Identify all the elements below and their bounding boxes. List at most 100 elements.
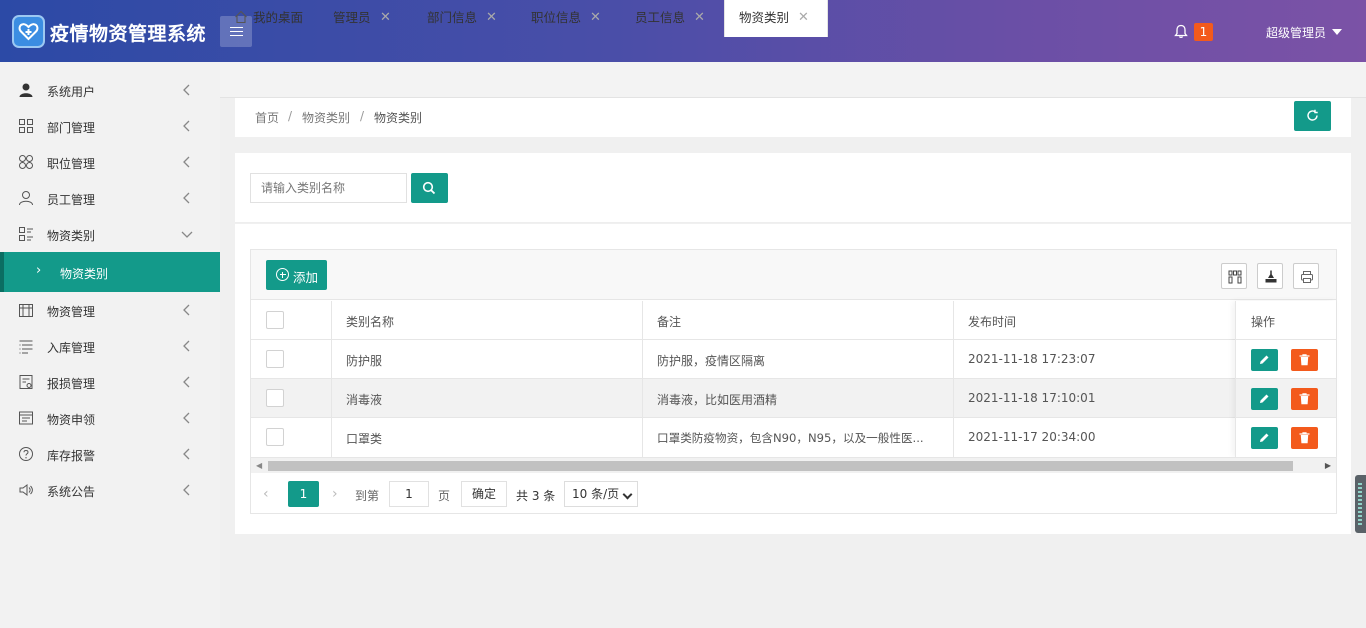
print-icon: [1301, 271, 1313, 283]
table-cell-time: 2021-11-18 17:23:07: [968, 352, 1096, 366]
page-size-select[interactable]: 10 条/页: [564, 481, 638, 507]
refresh-icon: [1307, 109, 1318, 121]
pager-goto-label: 到第: [355, 489, 380, 503]
tab-department-info[interactable]: 部门信息 ✕: [427, 0, 507, 36]
close-icon[interactable]: ✕: [798, 0, 809, 36]
pager-prev-icon[interactable]: ‹: [263, 486, 269, 502]
search-icon: [422, 181, 436, 195]
scroll-left-arrow-icon[interactable]: ◀: [256, 461, 262, 470]
print-button[interactable]: [1293, 263, 1319, 289]
tab-desktop[interactable]: 我的桌面: [234, 0, 314, 36]
scroll-right-arrow-icon[interactable]: ▶: [1325, 461, 1331, 470]
chevron-left-icon: [183, 120, 190, 132]
table-cell-note: 口罩类防疫物资，包含N90，N95，以及一般性医...: [657, 431, 924, 445]
chevron-left-icon: [183, 156, 190, 168]
sidebar-item-stock-in[interactable]: 入库管理: [0, 328, 220, 364]
sidebar-item-stock-alarm[interactable]: 库存报警: [0, 436, 220, 472]
chevron-left-icon: [183, 84, 190, 96]
help-icon: [19, 447, 33, 461]
pager-goto-input[interactable]: [389, 481, 429, 507]
row-divider: [251, 417, 1336, 418]
tab-position-info[interactable]: 职位信息 ✕: [531, 0, 611, 36]
search-button[interactable]: [411, 173, 448, 203]
pager-next-icon[interactable]: ›: [332, 486, 338, 502]
pager-current-page[interactable]: 1: [288, 481, 319, 507]
speaker-icon: [19, 484, 33, 496]
refresh-button[interactable]: [1294, 101, 1331, 131]
row-checkbox[interactable]: [266, 350, 284, 368]
chevron-left-icon: [183, 376, 190, 388]
pager-page-unit: 页: [438, 489, 451, 503]
select-all-checkbox[interactable]: [266, 311, 284, 329]
close-icon[interactable]: ✕: [590, 0, 601, 36]
sidebar-item-material-apply[interactable]: 物资申领: [0, 400, 220, 436]
side-drawer-handle[interactable]: [1355, 475, 1366, 533]
tab-label: 职位信息: [531, 10, 582, 25]
close-icon[interactable]: ✕: [486, 0, 497, 36]
delete-button[interactable]: [1291, 427, 1318, 449]
breadcrumb-separator: /: [288, 109, 293, 123]
tab-admin[interactable]: 管理员 ✕: [333, 0, 403, 36]
sidebar-item-material-category[interactable]: 物资类别: [0, 216, 220, 252]
tab-label: 管理员: [333, 10, 371, 25]
sidebar-item-material-management[interactable]: 物资管理: [0, 292, 220, 328]
sidebar-item-announcement[interactable]: 系统公告: [0, 472, 220, 508]
notification-badge[interactable]: 1: [1194, 23, 1213, 41]
sidebar-item-employee[interactable]: 员工管理: [0, 180, 220, 216]
person-icon: [19, 191, 33, 206]
column-header-note[interactable]: 备注: [657, 313, 681, 330]
breadcrumb-parent[interactable]: 物资类别: [302, 109, 350, 126]
trash-icon: [1299, 432, 1310, 444]
sidebar-item-loss-report[interactable]: 报损管理: [0, 364, 220, 400]
add-button[interactable]: 添加: [266, 260, 327, 290]
tab-label: 部门信息: [427, 10, 478, 25]
user-menu-label[interactable]: 超级管理员: [1266, 24, 1326, 41]
chevron-down-icon: [622, 489, 633, 500]
table-cell-time: 2021-11-17 20:34:00: [968, 430, 1096, 444]
close-icon[interactable]: ✕: [380, 0, 391, 36]
table-cell-name: 口罩类: [346, 432, 383, 446]
delete-button[interactable]: [1291, 388, 1318, 410]
edit-button[interactable]: [1251, 427, 1278, 449]
column-divider: [642, 301, 643, 457]
chevron-left-icon: [183, 340, 190, 352]
pencil-icon: [1260, 433, 1269, 442]
breadcrumb-home[interactable]: 首页: [255, 109, 279, 126]
table-cell-time: 2021-11-18 17:10:01: [968, 391, 1096, 405]
caret-down-icon[interactable]: [1332, 29, 1342, 35]
sidebar-item-department[interactable]: 部门管理: [0, 108, 220, 144]
delete-button[interactable]: [1291, 349, 1318, 371]
chevron-right-icon: ›: [36, 263, 42, 278]
sidebar-item-label: 物资类别: [47, 229, 96, 243]
chevron-left-icon: [183, 484, 190, 496]
row-checkbox[interactable]: [266, 389, 284, 407]
chevron-left-icon: [183, 304, 190, 316]
column-header-time[interactable]: 发布时间: [968, 313, 1016, 330]
edit-button[interactable]: [1251, 388, 1278, 410]
pencil-icon: [1260, 394, 1269, 403]
plus-circle-icon: [276, 268, 289, 281]
list-icon: [19, 340, 33, 354]
chevron-left-icon: [183, 448, 190, 460]
edit-button[interactable]: [1251, 349, 1278, 371]
row-checkbox[interactable]: [266, 428, 284, 446]
tab-material-category[interactable]: 物资类别 ✕: [724, 0, 828, 37]
scrollbar-thumb[interactable]: [268, 461, 1293, 471]
close-icon[interactable]: ✕: [694, 0, 705, 36]
tab-employee-info[interactable]: 员工信息 ✕: [635, 0, 715, 36]
sidebar-item-label: 物资管理: [47, 305, 96, 319]
sidebar-subitem-material-category[interactable]: › 物资类别: [0, 252, 220, 292]
bell-icon[interactable]: [1174, 24, 1188, 39]
app-title: 疫情物资管理系统: [50, 23, 207, 45]
tab-label: 物资类别: [739, 10, 790, 25]
sidebar-item-label: 物资申领: [47, 413, 96, 427]
sidebar-item-position[interactable]: 职位管理: [0, 144, 220, 180]
category-name-search-input[interactable]: [250, 173, 407, 203]
sidebar-item-system-users[interactable]: 系统用户: [0, 72, 220, 108]
table-cell-name: 防护服: [346, 354, 383, 368]
columns-filter-button[interactable]: [1221, 263, 1247, 289]
column-header-name[interactable]: 类别名称: [346, 313, 394, 330]
horizontal-scrollbar[interactable]: ◀ ▶: [251, 457, 1336, 473]
export-button[interactable]: [1257, 263, 1283, 289]
pager-confirm-button[interactable]: 确定: [461, 481, 507, 507]
